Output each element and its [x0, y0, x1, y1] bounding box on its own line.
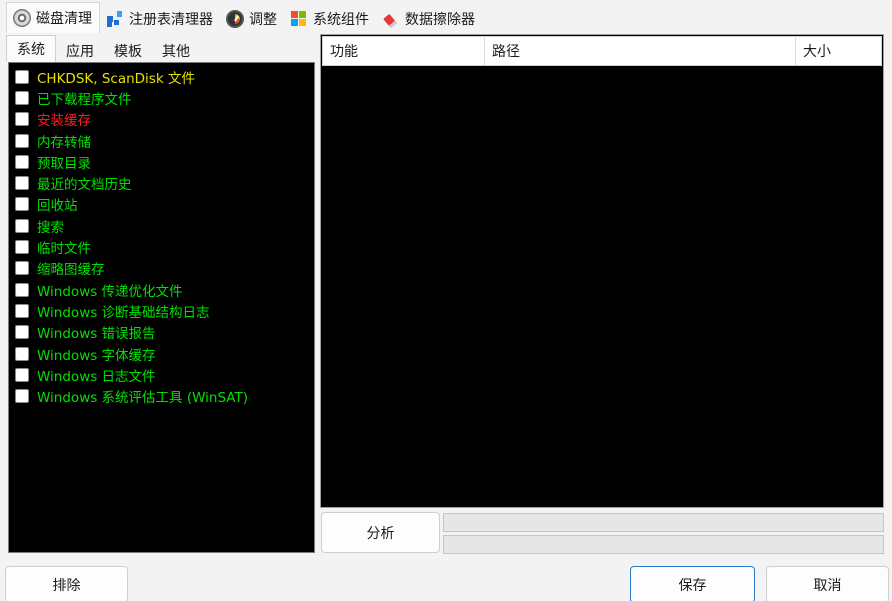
gauge-icon: [226, 10, 244, 28]
save-button[interactable]: 保存: [630, 566, 755, 601]
main-tab-bar: 磁盘清理 注册表清理器 调整 系统组件 数据擦除器: [0, 0, 892, 33]
item-checkbox[interactable]: [15, 282, 29, 297]
tab-system-components[interactable]: 系统组件: [284, 5, 376, 33]
item-checkbox[interactable]: [15, 154, 29, 169]
item-label: 安装缓存: [37, 113, 91, 130]
item-checkbox[interactable]: [15, 261, 29, 276]
list-item[interactable]: 回收站: [9, 194, 314, 215]
item-checkbox[interactable]: [15, 346, 29, 361]
item-checkbox[interactable]: [15, 69, 29, 84]
eraser-icon: [378, 6, 403, 31]
item-label: 已下载程序文件: [37, 91, 132, 108]
item-label: Windows 诊断基础结构日志: [37, 304, 210, 321]
item-checkbox[interactable]: [15, 389, 29, 404]
column-header-size[interactable]: 大小: [796, 37, 881, 65]
registry-icon: [106, 10, 124, 28]
list-item[interactable]: 临时文件: [9, 236, 314, 257]
item-label: CHKDSK, ScanDisk 文件: [37, 70, 195, 87]
item-label: 缩略图缓存: [37, 262, 105, 279]
list-item[interactable]: Windows 诊断基础结构日志: [9, 300, 314, 321]
tab-registry-cleaner[interactable]: 注册表清理器: [100, 5, 220, 33]
list-item[interactable]: 安装缓存: [9, 109, 314, 130]
list-item[interactable]: CHKDSK, ScanDisk 文件: [9, 66, 314, 87]
subtab-apps[interactable]: 应用: [56, 39, 104, 62]
list-item[interactable]: 缩略图缓存: [9, 258, 314, 279]
item-checkbox[interactable]: [15, 197, 29, 212]
item-label: 内存转储: [37, 134, 91, 151]
progress-bar-secondary: [443, 535, 884, 554]
item-checkbox[interactable]: [15, 112, 29, 127]
item-checkbox[interactable]: [15, 325, 29, 340]
item-label: 预取目录: [37, 155, 91, 172]
item-label: 搜索: [37, 219, 64, 236]
tab-label: 系统组件: [313, 12, 369, 28]
item-checkbox[interactable]: [15, 133, 29, 148]
item-label: Windows 错误报告: [37, 326, 156, 343]
progress-bar-primary: [443, 513, 884, 532]
item-checkbox[interactable]: [15, 218, 29, 233]
category-tab-bar: 系统 应用 模板 其他: [6, 35, 200, 62]
list-item[interactable]: Windows 日志文件: [9, 364, 314, 385]
item-label: 回收站: [37, 198, 78, 215]
item-label: Windows 日志文件: [37, 368, 156, 385]
tab-label: 数据擦除器: [405, 12, 475, 28]
item-checkbox[interactable]: [15, 367, 29, 382]
item-checkbox[interactable]: [15, 176, 29, 191]
item-label: 临时文件: [37, 241, 91, 258]
item-checkbox[interactable]: [15, 303, 29, 318]
results-table: 功能 路径 大小: [320, 34, 884, 508]
analyze-button[interactable]: 分析: [321, 512, 440, 553]
list-item[interactable]: Windows 字体缓存: [9, 343, 314, 364]
list-item[interactable]: Windows 传递优化文件: [9, 279, 314, 300]
subtab-other[interactable]: 其他: [152, 39, 200, 62]
tab-tweaks[interactable]: 调整: [220, 5, 284, 33]
tab-disk-cleanup[interactable]: 磁盘清理: [6, 2, 100, 33]
item-label: Windows 系统评估工具 (WinSAT): [37, 390, 248, 407]
subtab-system[interactable]: 系统: [6, 35, 56, 62]
subtab-templates[interactable]: 模板: [104, 39, 152, 62]
column-header-path[interactable]: 路径: [485, 37, 796, 65]
list-item[interactable]: 预取目录: [9, 151, 314, 172]
item-label: 最近的文档历史: [37, 177, 132, 194]
list-item[interactable]: 搜索: [9, 215, 314, 236]
disk-icon: [13, 9, 31, 27]
windows-logo-icon: [290, 10, 308, 28]
item-label: Windows 字体缓存: [37, 347, 156, 364]
item-checkbox[interactable]: [15, 240, 29, 255]
tab-data-wiper[interactable]: 数据擦除器: [376, 5, 482, 33]
list-item[interactable]: 最近的文档历史: [9, 172, 314, 193]
list-item[interactable]: Windows 系统评估工具 (WinSAT): [9, 385, 314, 406]
table-header: 功能 路径 大小: [322, 36, 882, 66]
tab-label: 磁盘清理: [36, 11, 92, 27]
tab-label: 调整: [249, 12, 277, 28]
item-checkbox[interactable]: [15, 90, 29, 105]
column-header-feature[interactable]: 功能: [323, 37, 485, 65]
item-label: Windows 传递优化文件: [37, 283, 183, 300]
exclude-button[interactable]: 排除: [5, 566, 128, 601]
list-item[interactable]: 内存转储: [9, 130, 314, 151]
list-item[interactable]: 已下载程序文件: [9, 87, 314, 108]
list-item[interactable]: Windows 错误报告: [9, 322, 314, 343]
cancel-button[interactable]: 取消: [766, 566, 889, 601]
cleanup-item-list: CHKDSK, ScanDisk 文件 已下载程序文件 安装缓存内存转储预取目录最近…: [8, 62, 315, 553]
tab-label: 注册表清理器: [129, 12, 213, 28]
